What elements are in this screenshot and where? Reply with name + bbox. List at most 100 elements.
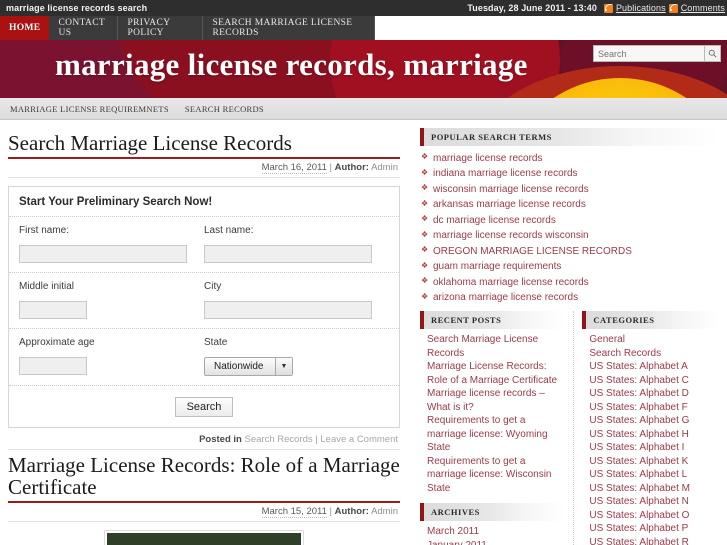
first-name-label: First name: xyxy=(19,224,70,236)
recent-posts-widget: RECENT POSTS Search Marriage License Rec… xyxy=(420,311,566,496)
popular-search-terms-heading: POPULAR SEARCH TERMS xyxy=(420,128,719,146)
magnifier-icon[interactable] xyxy=(705,45,721,62)
last-name-input[interactable] xyxy=(204,244,372,263)
list-item[interactable]: US States: Alphabet D xyxy=(589,387,719,401)
state-label: State xyxy=(204,336,228,348)
middle-initial-input[interactable] xyxy=(19,300,87,319)
list-item[interactable]: US States: Alphabet M xyxy=(589,482,719,496)
subnav-item-search-records[interactable]: SEARCH RECORDS xyxy=(185,104,264,114)
search-button[interactable]: Search xyxy=(174,396,234,417)
recent-posts-heading: RECENT POSTS xyxy=(420,311,566,329)
list-item[interactable]: US States: Alphabet A xyxy=(589,360,719,374)
post-category-link[interactable]: Search Records xyxy=(245,434,313,445)
list-item[interactable]: guam marriage requirements xyxy=(420,260,727,276)
post-title[interactable]: Search Marriage License Records xyxy=(8,132,400,159)
rss-icon xyxy=(603,3,613,13)
state-select[interactable]: Nationwide ▼ xyxy=(204,356,293,376)
nav-item-home[interactable]: HOME xyxy=(0,16,50,40)
popular-search-terms-list: marriage license records indiana marriag… xyxy=(412,151,727,306)
form-row-names: First name: Last name: xyxy=(9,217,399,273)
archives-heading: ARCHIVES xyxy=(420,503,566,521)
field-group-first-name: First name: xyxy=(19,225,204,263)
list-item[interactable]: US States: Alphabet H xyxy=(589,428,719,442)
list-item[interactable]: oklahoma marriage license records xyxy=(420,275,727,291)
list-item[interactable]: arkansas marriage license records xyxy=(420,198,727,214)
post-author: Admin xyxy=(371,161,398,173)
banner-title: marriage license records, marriage xyxy=(55,47,528,82)
first-name-input[interactable] xyxy=(19,244,187,263)
list-item[interactable]: US States: Alphabet P xyxy=(589,522,719,536)
top-utility-bar: marriage license records search Tuesday,… xyxy=(0,0,727,16)
chevron-down-icon: ▼ xyxy=(275,357,292,375)
list-item[interactable]: wisconsin marriage license records xyxy=(420,182,727,198)
search-input[interactable] xyxy=(593,45,705,62)
nav-item-search-marriage-license-records[interactable]: SEARCH MARRIAGE LICENSE RECORDS xyxy=(203,16,375,40)
field-group-middle-initial: Middle initial xyxy=(19,281,204,319)
subnav-item-marriage-license-requirements[interactable]: MARRIAGE LICENSE REQUIREMNETS xyxy=(10,104,169,114)
sub-navigation: MARRIAGE LICENSE REQUIREMNETS SEARCH REC… xyxy=(0,98,727,120)
post-author-label: Author: xyxy=(334,506,369,518)
approximate-age-label: Approximate age xyxy=(19,336,95,348)
list-item[interactable]: arizona marriage license records xyxy=(420,291,727,307)
list-item[interactable]: indiana marriage license records xyxy=(420,167,727,183)
list-item[interactable]: OREGON MARRIAGE LICENSE RECORDS xyxy=(420,244,727,260)
list-item[interactable]: General xyxy=(589,333,719,347)
page-wrap: Search Marriage License Records March 16… xyxy=(0,120,727,545)
post-meta: March 15, 2011 | Author: Admin xyxy=(8,503,400,523)
post-thumbnail[interactable] xyxy=(104,530,304,545)
list-item[interactable]: dc marriage license records xyxy=(420,213,727,229)
leave-comment-link[interactable]: Leave a Comment xyxy=(320,434,398,445)
list-item[interactable]: Search Marriage License Records xyxy=(427,333,565,360)
post-title[interactable]: Marriage License Records: Role of a Marr… xyxy=(8,453,400,504)
post-author: Admin xyxy=(371,506,398,518)
list-item[interactable]: January 2011 xyxy=(427,539,565,545)
list-item[interactable]: US States: Alphabet R xyxy=(589,536,719,545)
list-item[interactable]: marriage license records wisconsin xyxy=(420,229,727,245)
popular-search-terms-widget: POPULAR SEARCH TERMS xyxy=(412,120,727,146)
form-row-middle-city: Middle initial City xyxy=(9,273,399,329)
list-item[interactable]: US States: Alphabet C xyxy=(589,374,719,388)
list-item[interactable]: Marriage license records – What is it? xyxy=(427,387,565,414)
sidebar: POPULAR SEARCH TERMS marriage license re… xyxy=(412,120,727,545)
list-item[interactable]: US States: Alphabet I xyxy=(589,441,719,455)
nav-item-privacy-policy[interactable]: PRIVACY POLICY xyxy=(118,16,204,40)
list-item[interactable]: US States: Alphabet K xyxy=(589,455,719,469)
banner-search xyxy=(593,45,721,62)
state-select-value: Nationwide xyxy=(214,360,264,372)
posted-in-label: Posted in xyxy=(199,433,242,445)
comments-feed-link[interactable]: Comments xyxy=(681,3,725,13)
field-group-last-name: Last name: xyxy=(204,225,389,263)
preliminary-search-form: Start Your Preliminary Search Now! First… xyxy=(8,185,400,428)
post-date: March 16, 2011 xyxy=(261,161,327,174)
list-item[interactable]: March 2011 xyxy=(427,525,565,539)
topbar-right: Tuesday, 28 June 2011 - 13:40 Publicatio… xyxy=(467,3,725,13)
publications-feed-link[interactable]: Publications xyxy=(616,3,666,13)
list-item[interactable]: US States: Alphabet O xyxy=(589,509,719,523)
approximate-age-input[interactable] xyxy=(19,356,87,375)
city-input[interactable] xyxy=(204,300,372,319)
archives-widget: ARCHIVES March 2011 January 2011 xyxy=(420,503,566,545)
list-item[interactable]: Marriage License Records: Role of a Marr… xyxy=(427,360,565,387)
form-row-age-state: Approximate age State Nationwide ▼ xyxy=(9,329,399,386)
categories-list: General Search Records US States: Alphab… xyxy=(582,333,719,545)
current-datetime: Tuesday, 28 June 2011 - 13:40 xyxy=(467,3,597,13)
list-item[interactable]: marriage license records xyxy=(420,151,727,167)
post-article: Marriage License Records: Role of a Marr… xyxy=(8,453,400,545)
list-item[interactable]: Search Records xyxy=(589,347,719,361)
archives-list: March 2011 January 2011 xyxy=(420,525,565,545)
list-item[interactable]: US States: Alphabet G xyxy=(589,414,719,428)
meta-separator: | xyxy=(329,506,332,518)
nav-item-contact-us[interactable]: CONTACT US xyxy=(49,16,119,40)
last-name-label: Last name: xyxy=(204,224,254,236)
list-item[interactable]: US States: Alphabet F xyxy=(589,401,719,415)
list-item[interactable]: Requirements to get a marriage license: … xyxy=(427,414,565,455)
list-item[interactable]: US States: Alphabet L xyxy=(589,468,719,482)
post-footer: Posted in Search Records | Leave a Comme… xyxy=(8,428,400,450)
main-navigation: HOME CONTACT US PRIVACY POLICY SEARCH MA… xyxy=(0,16,375,40)
sidebar-column-left: RECENT POSTS Search Marriage License Rec… xyxy=(420,311,566,545)
site-banner: marriage license records, marriage xyxy=(0,40,727,98)
list-item[interactable]: US States: Alphabet N xyxy=(589,495,719,509)
couple-under-tree-photo xyxy=(107,533,301,545)
list-item[interactable]: Requirements to get a marriage license: … xyxy=(427,455,565,496)
post-article: Search Marriage License Records March 16… xyxy=(8,132,400,450)
